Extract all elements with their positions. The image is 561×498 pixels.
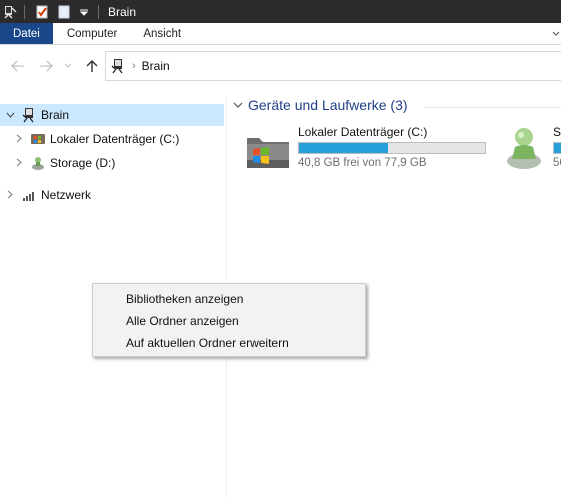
drive-tile-d[interactable]: St 56 bbox=[500, 125, 561, 175]
group-divider-line bbox=[424, 107, 561, 108]
chevron-down-icon[interactable] bbox=[63, 59, 73, 73]
tree-item-brain[interactable]: Brain bbox=[0, 104, 224, 126]
menu-item-show-all-folders[interactable]: Alle Ordner anzeigen bbox=[126, 314, 239, 328]
tree-item-local-disk[interactable]: Lokaler Datenträger (C:) bbox=[0, 128, 224, 150]
tree-item-label: Lokaler Datenträger (C:) bbox=[50, 132, 180, 146]
tree-item-storage[interactable]: Storage (D:) bbox=[0, 152, 224, 174]
network-icon bbox=[21, 187, 37, 203]
drive-free-space: 56 bbox=[553, 157, 561, 169]
separator bbox=[24, 4, 25, 19]
window-title: Brain bbox=[108, 4, 137, 19]
arrow-right-icon[interactable] bbox=[38, 59, 54, 73]
menu-item-label: Bibliotheken anzeigen bbox=[126, 292, 244, 306]
storage-drive-icon bbox=[30, 155, 46, 171]
computer-icon bbox=[110, 58, 126, 74]
tab-computer[interactable]: Computer bbox=[53, 23, 132, 44]
address-bar[interactable]: › Brain bbox=[105, 51, 561, 81]
drive-name: Lokaler Datenträger (C:) bbox=[298, 125, 428, 139]
tab-datei[interactable]: Datei bbox=[0, 23, 53, 44]
tree-item-network[interactable]: Netzwerk bbox=[0, 184, 224, 206]
chevron-right-icon[interactable]: › bbox=[132, 60, 136, 72]
drive-usage-fill bbox=[299, 143, 388, 153]
ribbon-tabs: Datei Computer Ansicht bbox=[0, 23, 561, 45]
storage-drive-icon bbox=[504, 125, 544, 174]
tab-label: Datei bbox=[13, 27, 40, 40]
menu-item-show-libraries[interactable]: Bibliotheken anzeigen bbox=[126, 292, 243, 306]
drive-tile-c[interactable]: Lokaler Datenträger (C:) 40,8 GB frei vo… bbox=[245, 125, 495, 175]
tab-ansicht[interactable]: Ansicht bbox=[131, 23, 195, 44]
ribbon-expand-icon[interactable] bbox=[551, 23, 561, 45]
drive-usage-fill bbox=[554, 143, 561, 153]
windows-drive-icon bbox=[245, 130, 291, 173]
customize-dropdown-icon[interactable] bbox=[77, 5, 91, 19]
arrow-up-icon[interactable] bbox=[84, 59, 100, 73]
breadcrumb-brain[interactable]: Brain bbox=[142, 59, 170, 73]
collapsed-chevron-icon[interactable] bbox=[5, 190, 15, 201]
arrow-left-icon[interactable] bbox=[10, 59, 26, 73]
collapsed-chevron-icon[interactable] bbox=[14, 158, 24, 169]
explorer-icon[interactable] bbox=[3, 5, 17, 19]
group-title: Geräte und Laufwerke (3) bbox=[248, 97, 408, 113]
group-header-devices[interactable]: Geräte und Laufwerke (3) bbox=[233, 97, 408, 113]
computer-icon bbox=[21, 107, 37, 123]
windows-drive-icon bbox=[30, 131, 46, 147]
drive-usage-bar bbox=[553, 142, 561, 154]
drive-name: St bbox=[553, 125, 561, 139]
menu-item-label: Alle Ordner anzeigen bbox=[126, 314, 239, 328]
tab-label: Computer bbox=[66, 27, 118, 40]
separator bbox=[98, 4, 99, 19]
tree-item-label: Brain bbox=[41, 108, 70, 122]
drive-usage-bar bbox=[298, 142, 486, 154]
tree-item-label: Netzwerk bbox=[41, 188, 92, 202]
menu-item-expand-to-current-folder[interactable]: Auf aktuellen Ordner erweitern bbox=[126, 336, 289, 350]
chevron-down-icon[interactable] bbox=[233, 100, 243, 111]
tree-item-label: Storage (D:) bbox=[50, 156, 116, 170]
menu-item-label: Auf aktuellen Ordner erweitern bbox=[126, 336, 289, 350]
properties-checkmark-icon[interactable] bbox=[35, 5, 49, 19]
tab-label: Ansicht bbox=[143, 27, 182, 40]
title-bar: Brain bbox=[0, 0, 561, 23]
new-folder-icon[interactable] bbox=[57, 5, 71, 19]
drive-free-space: 40,8 GB frei von 77,9 GB bbox=[298, 157, 427, 169]
context-menu: Bibliotheken anzeigen Alle Ordner anzeig… bbox=[92, 283, 366, 357]
expanded-chevron-icon[interactable] bbox=[5, 110, 15, 120]
collapsed-chevron-icon[interactable] bbox=[14, 134, 24, 145]
